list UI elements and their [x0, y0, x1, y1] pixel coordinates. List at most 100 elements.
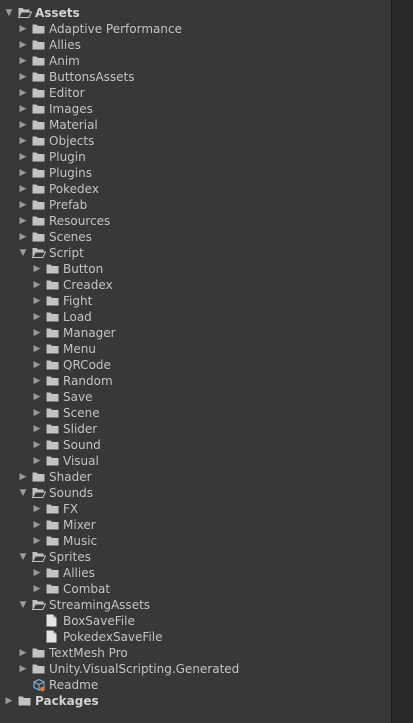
- expand-arrow-right-icon[interactable]: ▶: [18, 661, 28, 677]
- expand-arrow-right-icon[interactable]: ▶: [18, 149, 28, 165]
- expand-arrow-right-icon[interactable]: ▶: [32, 581, 42, 597]
- tree-item-folder-shader[interactable]: ▶ Shader: [0, 469, 391, 485]
- expand-arrow-right-icon[interactable]: ▶: [32, 261, 42, 277]
- expand-arrow-right-icon[interactable]: ▶: [18, 37, 28, 53]
- expand-arrow-right-icon[interactable]: ▶: [18, 101, 28, 117]
- expand-arrow-right-icon[interactable]: ▶: [32, 341, 42, 357]
- tree-item-folder-save[interactable]: ▶ Save: [0, 389, 391, 405]
- expand-arrow-right-icon[interactable]: ▶: [32, 277, 42, 293]
- tree-item-folder-qrcode[interactable]: ▶ QRCode: [0, 357, 391, 373]
- expand-arrow-right-icon[interactable]: ▶: [32, 421, 42, 437]
- expand-arrow-right-icon[interactable]: ▶: [4, 693, 14, 709]
- tree-item-folder-prefab[interactable]: ▶ Prefab: [0, 197, 391, 213]
- expand-arrow-down-icon[interactable]: ▼: [18, 597, 28, 613]
- tree-item-folder-resources[interactable]: ▶ Resources: [0, 213, 391, 229]
- expand-arrow-right-icon[interactable]: ▶: [18, 117, 28, 133]
- tree-item-label: Load: [63, 310, 92, 324]
- tree-item-folder-textmesh-pro[interactable]: ▶ TextMesh Pro: [0, 645, 391, 661]
- expand-arrow-right-icon[interactable]: ▶: [32, 405, 42, 421]
- tree-item-folder-sound[interactable]: ▶ Sound: [0, 437, 391, 453]
- expand-arrow-down-icon[interactable]: ▼: [18, 245, 28, 261]
- expand-arrow-right-icon[interactable]: ▶: [18, 69, 28, 85]
- tree-item-folder-streamingassets[interactable]: ▼ StreamingAssets: [0, 597, 391, 613]
- tree-item-label: Objects: [49, 134, 95, 148]
- expand-arrow-right-icon[interactable]: ▶: [32, 389, 42, 405]
- expand-arrow-right-icon[interactable]: ▶: [18, 165, 28, 181]
- tree-item-folder-scenes[interactable]: ▶ Scenes: [0, 229, 391, 245]
- folder-icon: [46, 277, 60, 293]
- expand-arrow-right-icon[interactable]: ▶: [32, 501, 42, 517]
- folder-open-icon: [18, 5, 32, 21]
- expand-arrow-right-icon[interactable]: ▶: [18, 213, 28, 229]
- folder-icon: [32, 469, 46, 485]
- tree-item-folder-visual[interactable]: ▶ Visual: [0, 453, 391, 469]
- tree-item-folder-objects[interactable]: ▶ Objects: [0, 133, 391, 149]
- tree-item-folder-unity-visualscripting-generated[interactable]: ▶ Unity.VisualScripting.Generated: [0, 661, 391, 677]
- expand-arrow-right-icon[interactable]: ▶: [32, 373, 42, 389]
- expand-arrow-down-icon[interactable]: ▼: [18, 485, 28, 501]
- empty-area: [392, 0, 413, 723]
- expand-arrow-right-icon[interactable]: ▶: [18, 645, 28, 661]
- tree-item-folder-button[interactable]: ▶ Button: [0, 261, 391, 277]
- expand-arrow-right-icon[interactable]: ▶: [32, 517, 42, 533]
- tree-item-file-readme[interactable]: Readme: [0, 677, 391, 693]
- tree-item-folder-combat[interactable]: ▶ Combat: [0, 581, 391, 597]
- tree-item-file-boxsavefile[interactable]: BoxSaveFile: [0, 613, 391, 629]
- tree-item-folder-pokedex[interactable]: ▶ Pokedex: [0, 181, 391, 197]
- tree-item-folder-scene[interactable]: ▶ Scene: [0, 405, 391, 421]
- folder-open-icon: [32, 597, 46, 613]
- folder-icon: [32, 21, 46, 37]
- tree-item-folder-fx[interactable]: ▶ FX: [0, 501, 391, 517]
- expand-arrow-down-icon[interactable]: ▼: [18, 549, 28, 565]
- tree-item-label: Creadex: [63, 278, 113, 292]
- expand-arrow-right-icon[interactable]: ▶: [32, 437, 42, 453]
- tree-item-folder-material[interactable]: ▶ Material: [0, 117, 391, 133]
- folder-open-icon: [32, 549, 46, 565]
- file-icon: [46, 613, 60, 629]
- tree-item-folder-assets[interactable]: ▼ Assets: [0, 5, 391, 21]
- tree-item-folder-plugins[interactable]: ▶ Plugins: [0, 165, 391, 181]
- tree-item-label: Scene: [63, 406, 100, 420]
- tree-item-folder-adaptive-performance[interactable]: ▶ Adaptive Performance: [0, 21, 391, 37]
- tree-item-folder-music[interactable]: ▶ Music: [0, 533, 391, 549]
- tree-item-folder-images[interactable]: ▶ Images: [0, 101, 391, 117]
- tree-item-folder-sprites[interactable]: ▼ Sprites: [0, 549, 391, 565]
- expand-arrow-right-icon[interactable]: ▶: [32, 357, 42, 373]
- tree-item-folder-allies[interactable]: ▶ Allies: [0, 565, 391, 581]
- expand-arrow-right-icon[interactable]: ▶: [18, 133, 28, 149]
- expand-arrow-right-icon[interactable]: ▶: [32, 309, 42, 325]
- tree-item-folder-manager[interactable]: ▶ Manager: [0, 325, 391, 341]
- expand-arrow-right-icon[interactable]: ▶: [32, 533, 42, 549]
- expand-arrow-right-icon[interactable]: ▶: [18, 53, 28, 69]
- folder-icon: [46, 261, 60, 277]
- tree-item-folder-slider[interactable]: ▶ Slider: [0, 421, 391, 437]
- expand-arrow-right-icon[interactable]: ▶: [32, 325, 42, 341]
- expand-arrow-right-icon[interactable]: ▶: [32, 565, 42, 581]
- expand-arrow-down-icon[interactable]: ▼: [4, 5, 14, 21]
- tree-item-folder-random[interactable]: ▶ Random: [0, 373, 391, 389]
- tree-item-file-pokedexsavefile[interactable]: PokedexSaveFile: [0, 629, 391, 645]
- tree-item-folder-menu[interactable]: ▶ Menu: [0, 341, 391, 357]
- expand-arrow-right-icon[interactable]: ▶: [32, 453, 42, 469]
- expand-arrow-right-icon[interactable]: ▶: [18, 229, 28, 245]
- tree-item-folder-script[interactable]: ▼ Script: [0, 245, 391, 261]
- expand-arrow-right-icon[interactable]: ▶: [18, 181, 28, 197]
- tree-item-folder-anim[interactable]: ▶ Anim: [0, 53, 391, 69]
- tree-item-folder-sounds[interactable]: ▼ Sounds: [0, 485, 391, 501]
- expand-arrow-right-icon[interactable]: ▶: [18, 85, 28, 101]
- tree-item-folder-plugin[interactable]: ▶ Plugin: [0, 149, 391, 165]
- tree-item-folder-load[interactable]: ▶ Load: [0, 309, 391, 325]
- expand-arrow-right-icon[interactable]: ▶: [18, 197, 28, 213]
- tree-item-folder-creadex[interactable]: ▶ Creadex: [0, 277, 391, 293]
- tree-item-folder-packages[interactable]: ▶ Packages: [0, 693, 391, 709]
- expand-arrow-right-icon[interactable]: ▶: [18, 21, 28, 37]
- tree-item-label: Sprites: [49, 550, 91, 564]
- tree-item-folder-allies[interactable]: ▶ Allies: [0, 37, 391, 53]
- tree-item-label: PokedexSaveFile: [63, 630, 163, 644]
- tree-item-folder-mixer[interactable]: ▶ Mixer: [0, 517, 391, 533]
- tree-item-folder-fight[interactable]: ▶ Fight: [0, 293, 391, 309]
- tree-item-folder-buttonsassets[interactable]: ▶ ButtonsAssets: [0, 69, 391, 85]
- tree-item-folder-editor[interactable]: ▶ Editor: [0, 85, 391, 101]
- expand-arrow-right-icon[interactable]: ▶: [32, 293, 42, 309]
- expand-arrow-right-icon[interactable]: ▶: [18, 469, 28, 485]
